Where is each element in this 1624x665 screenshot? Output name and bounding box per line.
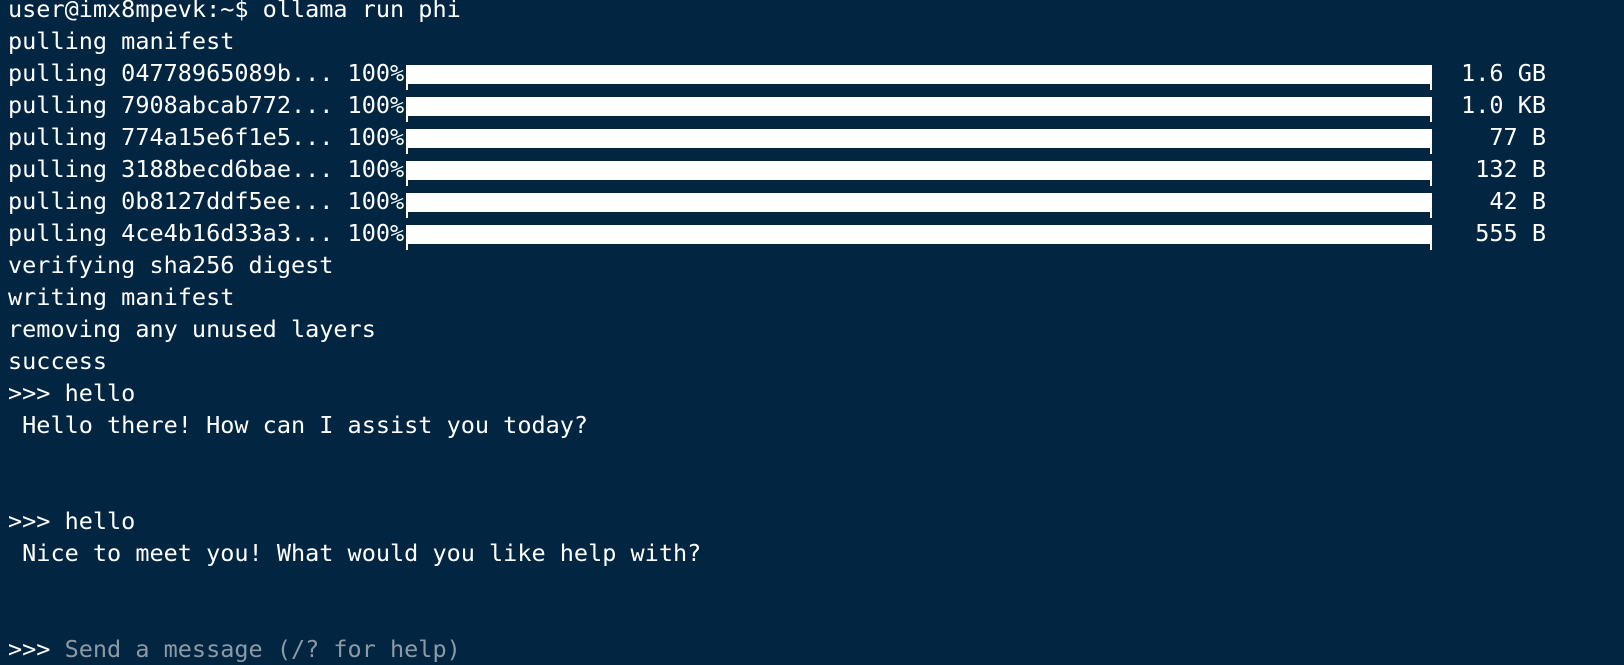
- pull-size: 555 B: [1475, 219, 1546, 247]
- status-verifying: verifying sha256 digest: [8, 251, 334, 279]
- progress-bar-fill: [408, 129, 1430, 148]
- pull-label: pulling 4ce4b16d33a3... 100%: [8, 219, 405, 247]
- pull-size: 42 B: [1489, 187, 1546, 215]
- pull-label: pulling 7908abcab772... 100%: [8, 91, 405, 119]
- pull-label: pulling 0b8127ddf5ee... 100%: [8, 187, 405, 215]
- model-response: Hello there! How can I assist you today?: [8, 411, 589, 439]
- progress-bar: [406, 65, 1432, 90]
- progress-bar-fill: [408, 161, 1430, 180]
- progress-bar-fill: [408, 65, 1430, 84]
- pull-label: pulling 774a15e6f1e5... 100%: [8, 123, 405, 151]
- pull-size: 132 B: [1475, 155, 1546, 183]
- progress-bar-fill: [408, 225, 1430, 244]
- prompt-symbol: >>>: [8, 635, 65, 663]
- status-removing: removing any unused layers: [8, 315, 376, 343]
- pull-size: 77 B: [1489, 123, 1546, 151]
- status-pulling-manifest: pulling manifest: [8, 27, 235, 55]
- user-prompt: >>> hello: [8, 379, 136, 407]
- pull-size: 1.0 KB: [1461, 91, 1546, 119]
- terminal-window[interactable]: user@imx8mpevk:~$ ollama run phi pulling…: [8, 0, 1624, 665]
- status-writing: writing manifest: [8, 283, 235, 311]
- pull-row: pulling 04778965089b... 100% 1.6 GB: [8, 57, 1624, 90]
- progress-bar: [406, 97, 1432, 122]
- model-response: Nice to meet you! What would you like he…: [8, 539, 702, 567]
- command-line: user@imx8mpevk:~$ ollama run phi: [8, 0, 461, 23]
- progress-bar-fill: [408, 97, 1430, 116]
- pull-row: pulling 774a15e6f1e5... 100% 77 B: [8, 121, 1624, 154]
- pull-row: pulling 0b8127ddf5ee... 100% 42 B: [8, 185, 1624, 218]
- pull-row: pulling 3188becd6bae... 100% 132 B: [8, 153, 1624, 186]
- progress-bar: [406, 193, 1432, 218]
- message-input[interactable]: >>> Send a message (/? for help): [8, 633, 1624, 665]
- pull-label: pulling 3188becd6bae... 100%: [8, 155, 405, 183]
- user-prompt: >>> hello: [8, 507, 136, 535]
- message-input-placeholder[interactable]: Send a message (/? for help): [65, 633, 461, 665]
- progress-bar: [406, 161, 1432, 186]
- pull-size: 1.6 GB: [1461, 59, 1546, 87]
- status-success: success: [8, 347, 108, 375]
- progress-bar: [406, 225, 1432, 250]
- pull-label: pulling 04778965089b... 100%: [8, 59, 405, 87]
- progress-bar: [406, 129, 1432, 154]
- progress-bar-fill: [408, 193, 1430, 212]
- pull-row: pulling 4ce4b16d33a3... 100% 555 B: [8, 217, 1624, 250]
- pull-row: pulling 7908abcab772... 100% 1.0 KB: [8, 89, 1624, 122]
